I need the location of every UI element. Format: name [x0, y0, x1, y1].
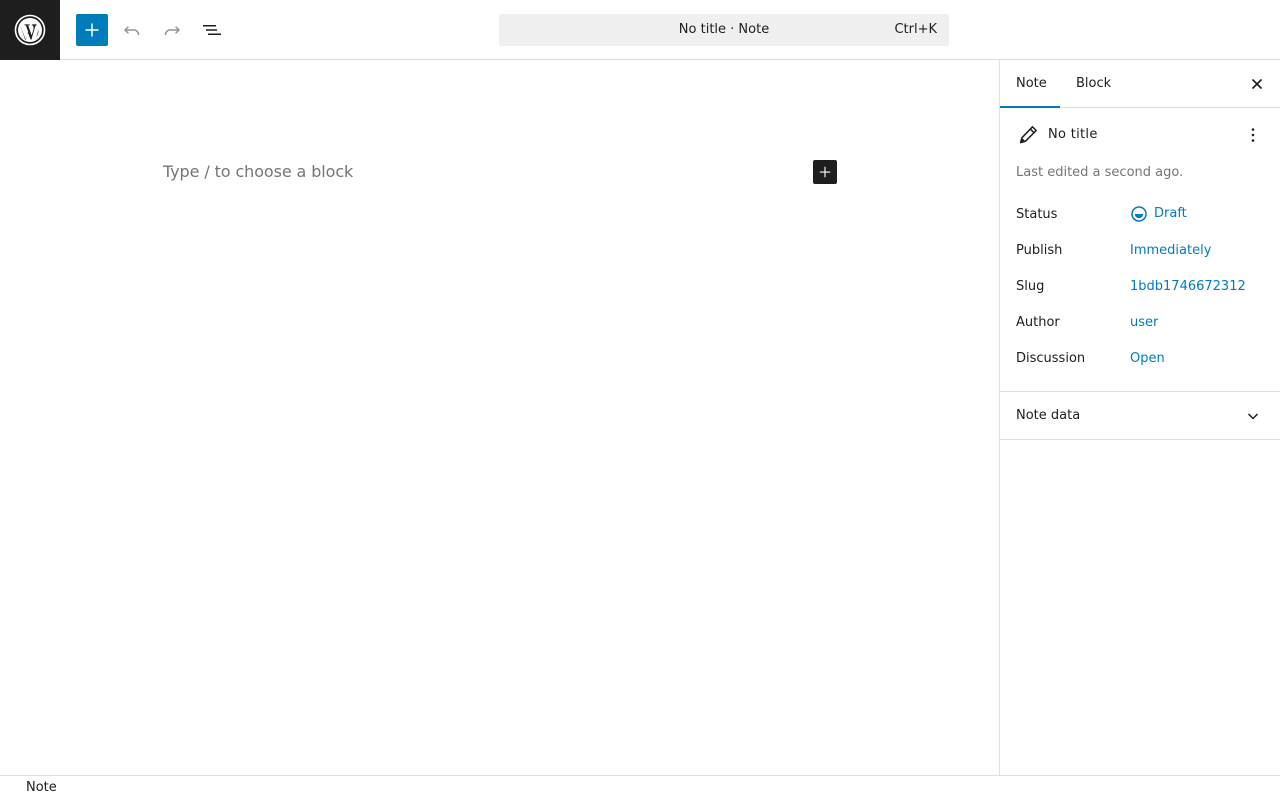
post-summary-panel: No title Last edited a second ago. Statu… [1000, 108, 1280, 392]
undo-button[interactable] [116, 14, 148, 46]
post-actions-button[interactable] [1241, 123, 1265, 147]
wordpress-logo-button[interactable] [0, 0, 60, 60]
last-edited-text: Last edited a second ago. [1016, 165, 1184, 180]
list-view-icon [203, 25, 221, 35]
tab-note[interactable]: Note [1000, 60, 1060, 108]
publish-label: Publish [1016, 243, 1063, 258]
editor-header: No title · Note Ctrl+K [0, 0, 1280, 60]
editor-footer: Note [0, 775, 1280, 800]
publish-value-button[interactable]: Immediately [1130, 242, 1211, 260]
discussion-label: Discussion [1016, 351, 1086, 366]
draft-status-icon [1130, 205, 1148, 223]
redo-icon [164, 26, 181, 35]
undo-icon [123, 26, 140, 35]
block-breadcrumb-item[interactable]: Note [26, 776, 57, 800]
slug-label: Slug [1016, 279, 1045, 294]
author-value-button[interactable]: user [1130, 314, 1158, 332]
redo-button[interactable] [156, 14, 188, 46]
default-block-appender[interactable]: Type / to choose a block [163, 161, 353, 183]
command-shortcut: Ctrl+K [894, 22, 937, 37]
sidebar-tabs: Note Block [1000, 60, 1280, 108]
pencil-icon [1019, 126, 1037, 144]
settings-sidebar: Note Block No title Last edited a second… [999, 60, 1280, 775]
slug-value-button[interactable]: 1bdb1746672312 [1130, 278, 1246, 296]
note-data-panel-toggle[interactable]: Note data [1000, 392, 1280, 440]
tab-block[interactable]: Block [1060, 60, 1127, 108]
note-data-panel-title: Note data [1016, 408, 1081, 423]
status-value-button[interactable]: Draft [1130, 205, 1187, 223]
document-bar[interactable]: No title · Note Ctrl+K [499, 14, 949, 46]
status-label: Status [1016, 207, 1058, 222]
editor-canvas[interactable]: Type / to choose a block [0, 61, 999, 775]
chevron-down-icon [1241, 404, 1265, 428]
close-settings-button[interactable] [1245, 72, 1269, 96]
wordpress-icon [14, 14, 46, 46]
plus-icon [819, 166, 831, 178]
slug-row: Slug 1bdb1746672312 [1016, 278, 1266, 302]
author-row: Author user [1016, 314, 1266, 338]
add-block-button[interactable] [813, 160, 837, 184]
post-title: No title [1048, 127, 1098, 142]
publish-row: Publish Immediately [1016, 242, 1266, 266]
status-row: Status Draft [1016, 206, 1266, 230]
close-icon [1251, 78, 1263, 90]
document-title[interactable]: No title · Note [499, 14, 949, 46]
author-label: Author [1016, 315, 1060, 330]
block-inserter-button[interactable] [76, 14, 108, 46]
document-overview-button[interactable] [196, 14, 228, 46]
plus-icon [85, 23, 99, 37]
discussion-row: Discussion Open [1016, 350, 1266, 374]
status-value: Draft [1154, 206, 1187, 221]
discussion-value-button[interactable]: Open [1130, 350, 1165, 368]
post-type-icon-wrapper [1016, 123, 1040, 147]
more-vertical-icon [1251, 128, 1255, 142]
